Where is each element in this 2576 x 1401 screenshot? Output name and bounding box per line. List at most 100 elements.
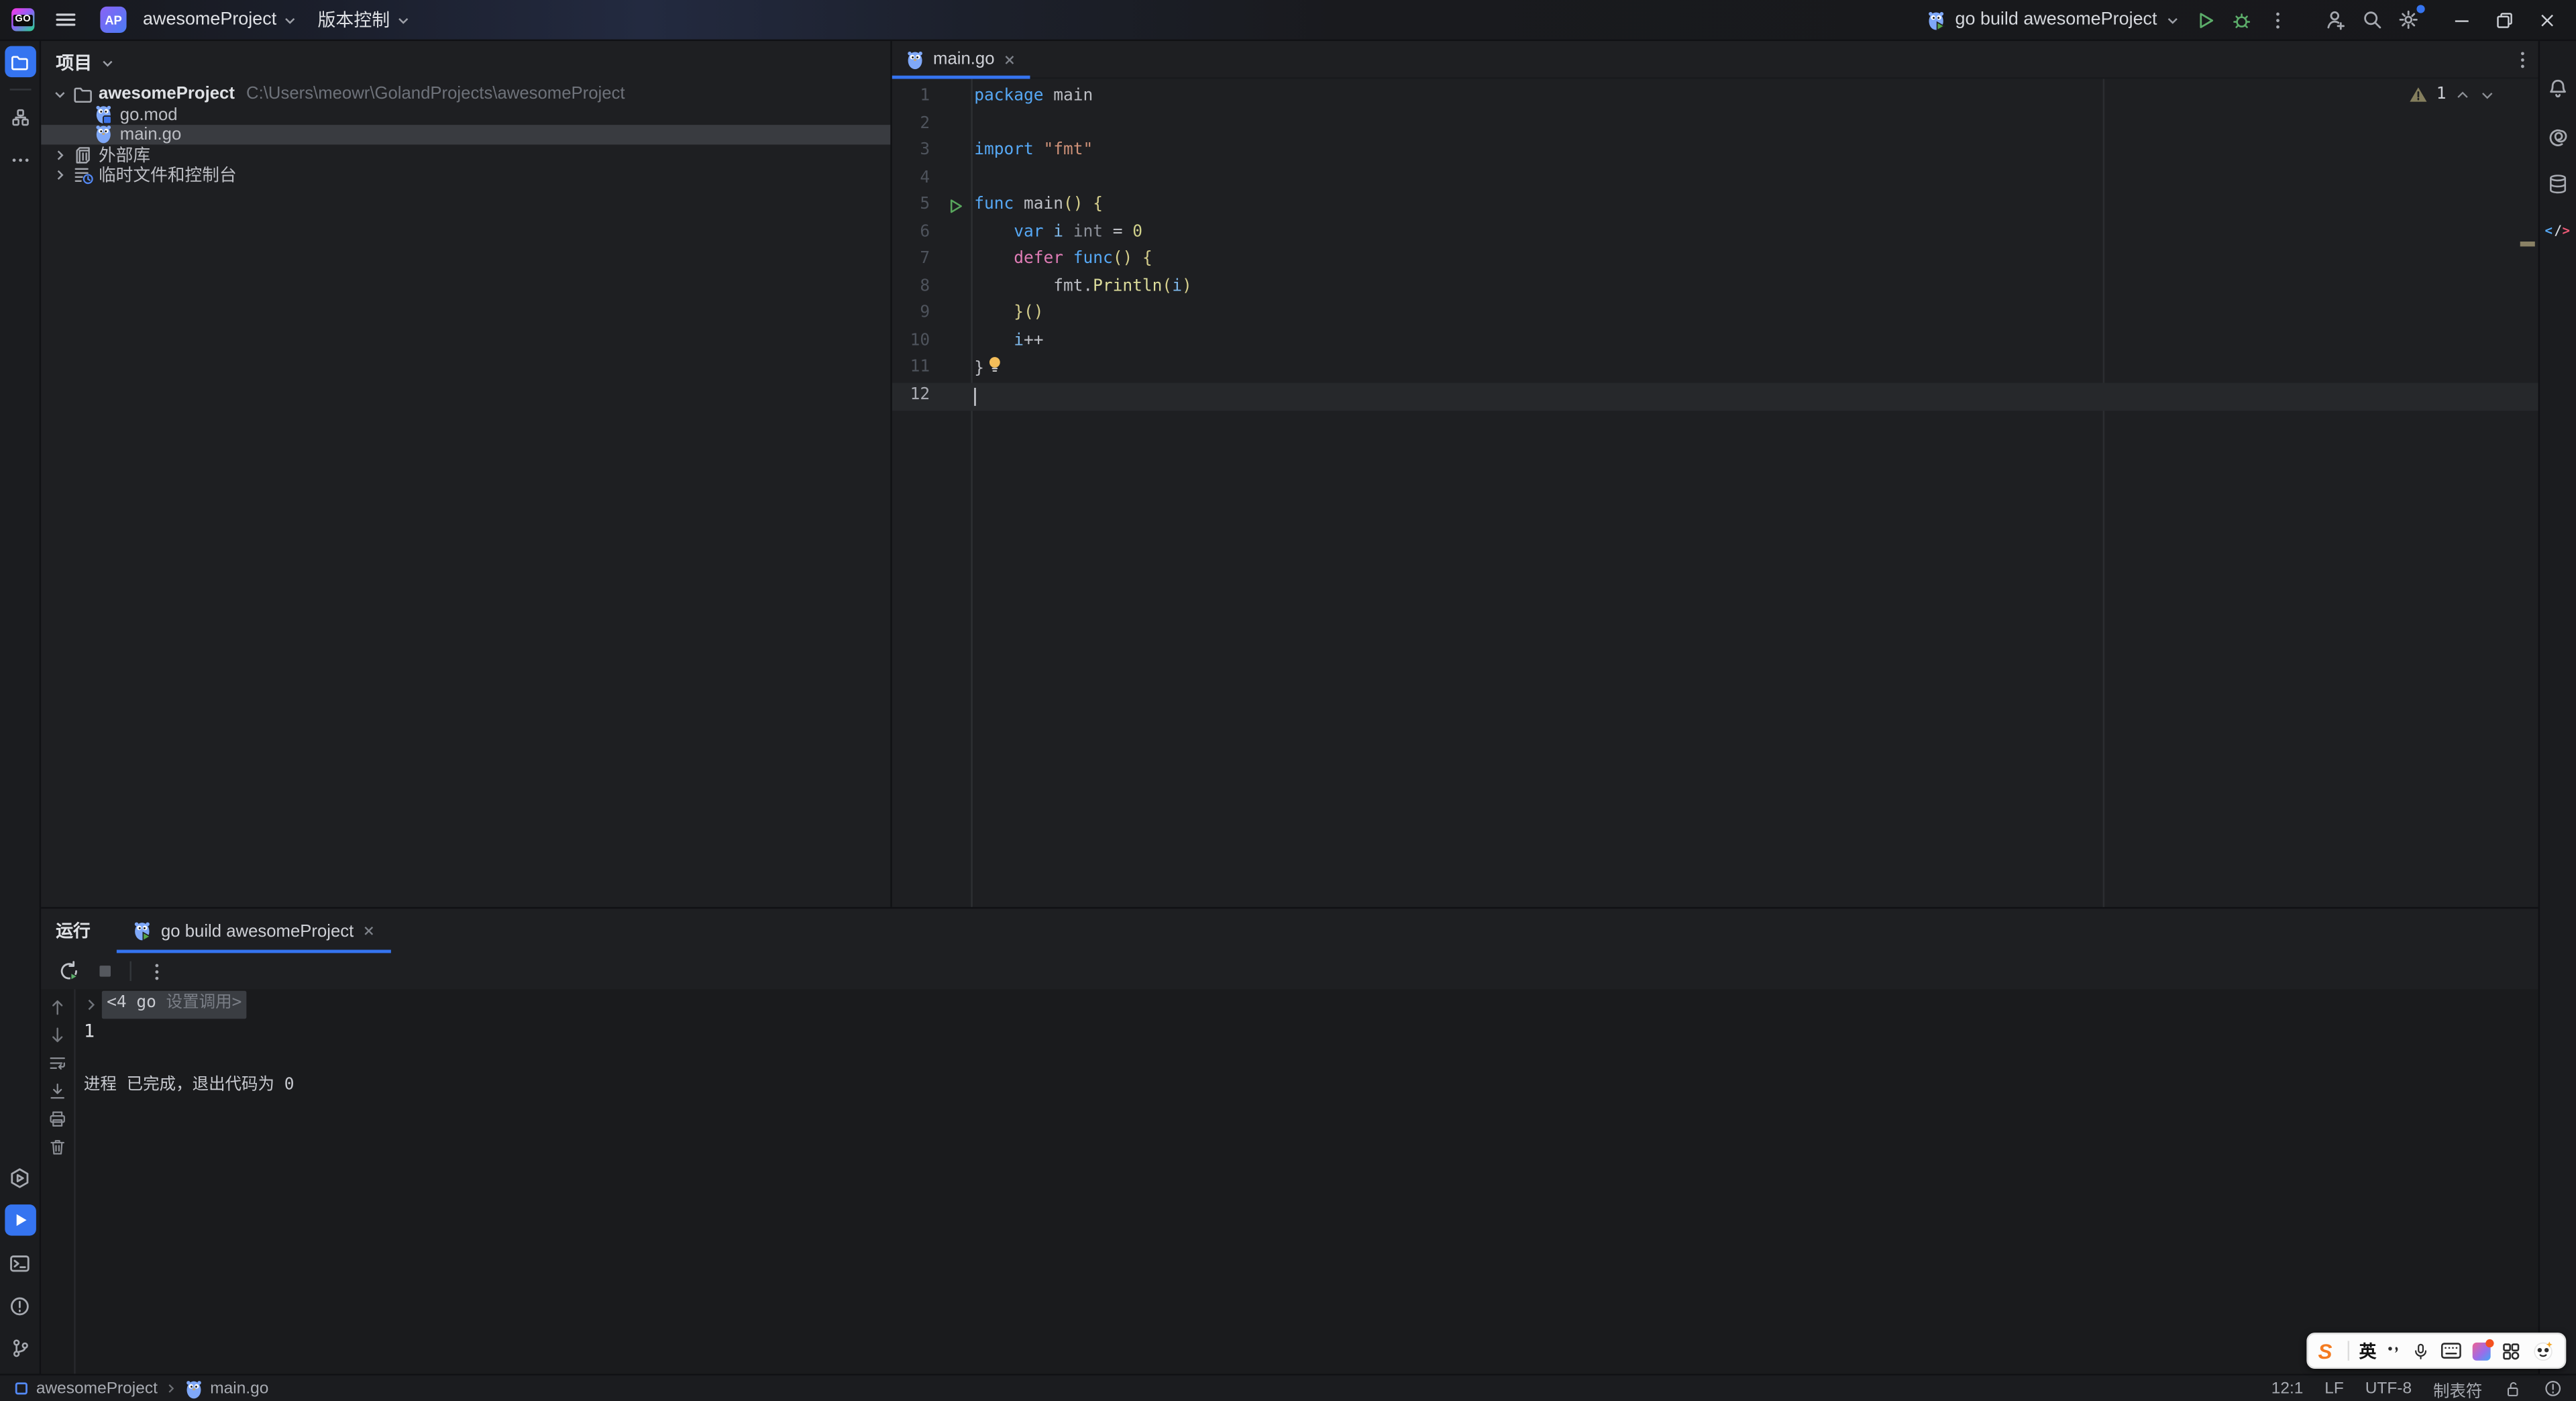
services-tool-button[interactable] — [4, 1161, 36, 1193]
code-with-me-button[interactable] — [2318, 3, 2355, 36]
tree-item[interactable]: 临时文件和控制台 — [41, 165, 890, 187]
next-occurrence-button[interactable] — [48, 1025, 67, 1045]
toolbox-grid-icon[interactable] — [2500, 1340, 2522, 1361]
code-line[interactable]: 9 }() — [892, 301, 2538, 329]
code-line[interactable]: 4 — [892, 165, 2538, 193]
code-line[interactable]: 6 var i int = 0 — [892, 220, 2538, 248]
microphone-icon[interactable] — [2412, 1340, 2430, 1361]
sogou-logo-icon[interactable]: S — [2318, 1339, 2338, 1363]
code-text: i++ — [971, 329, 1043, 356]
code-line[interactable]: 1 package main — [892, 84, 2538, 111]
code-editor[interactable]: 1 1 package main 2 3 import "fmt" 4 5 func main… — [892, 79, 2538, 907]
close-icon[interactable] — [362, 923, 377, 938]
bell-icon — [2546, 76, 2569, 99]
breadcrumb-file[interactable]: main.go — [210, 1380, 268, 1398]
fold-chevron-icon[interactable] — [84, 997, 102, 1012]
code-line[interactable]: 8 fmt.Println(i) — [892, 274, 2538, 302]
code-line[interactable]: 7 defer func() { — [892, 247, 2538, 274]
tree-item-label: 临时文件和控制台 — [98, 166, 237, 187]
virtual-keyboard-icon[interactable] — [2440, 1341, 2463, 1360]
close-icon[interactable] — [1003, 52, 1018, 66]
module-icon — [13, 1380, 30, 1396]
run-line-icon[interactable] — [938, 193, 971, 220]
run-panel-title[interactable]: 运行 — [56, 919, 90, 943]
punctuation-toggle-icon[interactable] — [2386, 1343, 2402, 1359]
stop-button[interactable] — [95, 962, 115, 981]
console-more-button[interactable] — [146, 960, 168, 982]
editor-tab-bar: main.go — [892, 41, 2538, 79]
maximize-button[interactable] — [2482, 0, 2525, 40]
more-tool-windows-button[interactable] — [4, 145, 36, 176]
hamburger-menu-icon[interactable] — [48, 3, 84, 36]
soft-wrap-button[interactable] — [48, 1053, 67, 1073]
database-button[interactable] — [2542, 168, 2574, 199]
prev-occurrence-button[interactable] — [48, 998, 67, 1017]
run-tool-button[interactable] — [4, 1204, 36, 1236]
project-tool-button[interactable] — [4, 46, 36, 78]
code-line[interactable]: 11} — [892, 356, 2538, 383]
terminal-tool-button[interactable] — [4, 1247, 36, 1279]
problems-tool-button[interactable] — [4, 1290, 36, 1321]
indent-widget[interactable]: 制表符 — [2433, 1376, 2482, 1401]
tree-item[interactable]: main.go — [41, 124, 891, 145]
skin-icon[interactable] — [2473, 1338, 2494, 1360]
tree-item-path: C:\Users\meowr\GolandProjects\awesomePro… — [246, 84, 625, 104]
code-line[interactable]: 3 import "fmt" — [892, 138, 2538, 166]
chevron-down-icon — [396, 12, 411, 27]
code-line[interactable]: 2 — [892, 111, 2538, 138]
chevron-down-icon[interactable] — [51, 87, 69, 101]
readonly-toggle-icon[interactable] — [2504, 1380, 2522, 1398]
code-token: ( — [1162, 277, 1173, 296]
tree-item[interactable]: go.mod — [41, 104, 890, 125]
tree-item-label: main.go — [119, 125, 182, 145]
settings-button[interactable] — [2390, 3, 2426, 36]
code-token: i — [1172, 277, 1182, 296]
project-panel-header[interactable]: 项目 — [41, 41, 890, 84]
git-tool-button[interactable] — [4, 1333, 36, 1364]
ime-language-toggle[interactable]: 英 — [2359, 1339, 2377, 1363]
chevron-right-icon[interactable] — [51, 168, 69, 183]
debug-button[interactable] — [2222, 3, 2259, 36]
encoding-widget[interactable]: UTF-8 — [2365, 1380, 2412, 1398]
vcs-menu[interactable]: 版本控制 — [308, 3, 421, 36]
search-everywhere-button[interactable] — [2354, 3, 2390, 36]
scroll-to-end-button[interactable] — [48, 1081, 67, 1100]
documentation-button[interactable]: < / > — [2542, 215, 2574, 247]
tree-item[interactable]: 外部库 — [41, 145, 890, 166]
run-tab[interactable]: go build awesomeProject — [116, 909, 392, 953]
line-number: 5 — [920, 195, 930, 214]
chevron-down-icon — [2165, 12, 2180, 27]
chevron-right-icon[interactable] — [51, 148, 69, 162]
status-bar: awesomeProject main.go 12:1 LF UTF-8 制表符 — [0, 1373, 2576, 1401]
minimize-button[interactable] — [2440, 0, 2483, 40]
project-switcher[interactable]: awesomeProject — [133, 3, 307, 36]
notifications-button[interactable] — [2542, 72, 2574, 104]
go-file-icon — [184, 1378, 203, 1399]
rerun-button[interactable] — [58, 959, 80, 982]
editor-tab-main-go[interactable]: main.go — [892, 41, 1032, 79]
ai-assistant-button[interactable] — [2542, 120, 2574, 152]
clear-all-button[interactable] — [48, 1137, 67, 1157]
breadcrumb-project[interactable]: awesomeProject — [36, 1380, 158, 1398]
code-line[interactable]: 5 func main() { — [892, 193, 2538, 220]
git-branch-icon — [9, 1337, 30, 1359]
intention-bulb-icon[interactable] — [987, 356, 1002, 375]
console-command-line[interactable]: <4 go 设置调用> — [84, 990, 2538, 1019]
caret-position-widget[interactable]: 12:1 — [2271, 1380, 2304, 1398]
code-token: () — [1063, 195, 1083, 214]
code-line[interactable]: 12 — [892, 382, 2538, 411]
run-config-selector[interactable]: go build awesomeProject — [1919, 9, 2187, 31]
run-button[interactable] — [2187, 3, 2223, 36]
line-ending-widget[interactable]: LF — [2324, 1380, 2344, 1398]
close-button[interactable] — [2525, 0, 2568, 40]
code-line[interactable]: 10 i++ — [892, 329, 2538, 356]
tree-item[interactable]: awesomeProject C:\Users\meowr\GolandProje… — [41, 84, 890, 104]
folded-command[interactable]: <4 go 设置调用> — [101, 990, 247, 1019]
emoji-panda-icon[interactable] — [2532, 1339, 2555, 1362]
tab-options-button[interactable] — [2506, 48, 2538, 70]
print-button[interactable] — [48, 1109, 67, 1129]
more-actions-button[interactable] — [2259, 3, 2295, 36]
console-output[interactable]: <4 go 设置调用> 1 进程 已完成，退出代码为 0 — [76, 989, 2538, 1373]
event-log-icon[interactable] — [2543, 1379, 2563, 1398]
structure-tool-button[interactable] — [4, 102, 36, 134]
